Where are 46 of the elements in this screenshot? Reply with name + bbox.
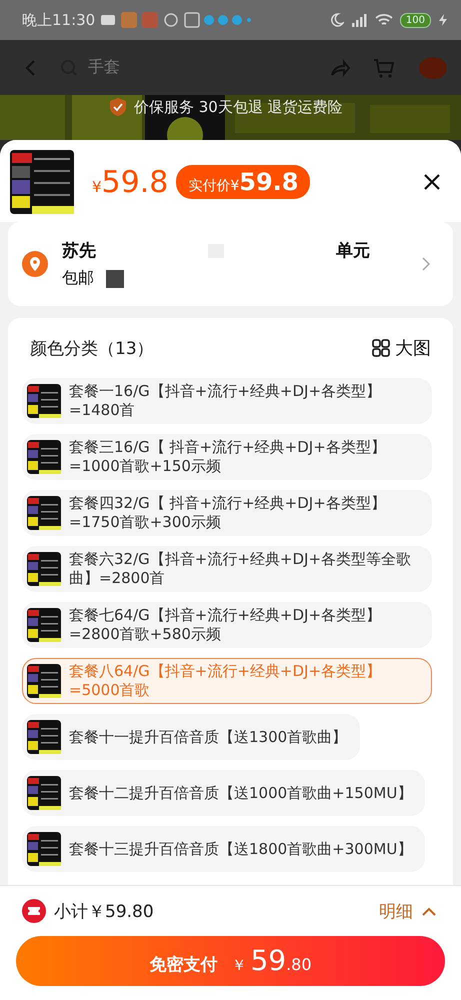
option-label: 套餐七64/G【抖音+流行+经典+DJ+各类型】=2800首歌+580示频: [69, 606, 382, 644]
option-label: 套餐八64/G【抖音+流行+经典+DJ+各类型】=5000首歌: [69, 662, 382, 700]
pay-button[interactable]: 免密支付 ￥59.80: [16, 936, 445, 986]
option-label: 套餐十二提升百倍音质【送1000首歌曲+150MU】: [69, 784, 412, 802]
option-item[interactable]: 套餐十三提升百倍音质【送1800首歌曲+300MU】: [22, 826, 426, 872]
option-item[interactable]: 套餐一16/G【抖音+流行+经典+DJ+各类型】=1480首: [22, 378, 432, 424]
address-detail: 单元: [336, 240, 370, 262]
ticket-icon: [22, 899, 46, 923]
cart-icon[interactable]: [373, 56, 395, 78]
option-label: 套餐四32/G【 抖音+流行+经典+DJ+各类型】=1750首歌+300示频: [69, 494, 387, 532]
charging-icon: [437, 13, 449, 27]
option-item[interactable]: 套餐十一提升百倍音质【送1300首歌曲】: [22, 714, 360, 760]
clock-time: 晚上11:30: [22, 10, 96, 30]
recipient-name: 苏先: [62, 240, 96, 262]
address-card[interactable]: 苏先 单元 包邮: [8, 222, 453, 306]
avatar[interactable]: [419, 56, 447, 78]
option-label: 套餐十三提升百倍音质【送1800首歌曲+300MU】: [69, 840, 412, 858]
large-view-link[interactable]: 大图: [395, 336, 431, 360]
options-title: 颜色分类（13）: [30, 338, 154, 360]
close-icon[interactable]: [423, 173, 441, 191]
service-guarantee-text: 价保服务 30天包退 退货运费险: [134, 98, 343, 116]
option-label: 套餐十一提升百倍音质【送1300首歌曲】: [69, 728, 348, 746]
product-price: ¥59.8: [92, 164, 168, 200]
badge-price: 59.8: [239, 168, 298, 196]
grid-icon[interactable]: [371, 338, 391, 358]
back-icon[interactable]: [24, 58, 38, 76]
battery-level: 100: [400, 12, 431, 28]
option-item[interactable]: 套餐四32/G【 抖音+流行+经典+DJ+各类型】=1750首歌+300示频: [22, 490, 432, 536]
option-label: 套餐六32/G【抖音+流行+经典+DJ+各类型等全歌曲】=2800首: [69, 550, 412, 588]
shield-icon: [108, 97, 128, 117]
option-item[interactable]: 套餐十二提升百倍音质【送1000首歌曲+150MU】: [22, 770, 426, 816]
option-label: 套餐一16/G【抖音+流行+经典+DJ+各类型】=1480首: [69, 382, 382, 420]
option-item[interactable]: 套餐七64/G【抖音+流行+经典+DJ+各类型】=2800首歌+580示频: [22, 602, 432, 648]
shipping-note: 包邮: [62, 268, 94, 289]
details-toggle[interactable]: 明细: [379, 900, 413, 922]
badge-label: 实付价¥: [188, 177, 240, 195]
location-pin-icon: [22, 251, 48, 277]
signal-icon: [350, 12, 368, 28]
chevron-right-icon: [421, 256, 431, 272]
subtotal-text: 小计￥59.80: [54, 900, 154, 922]
redaction-block: [106, 270, 124, 288]
share-icon[interactable]: [329, 58, 351, 78]
caret-up-icon[interactable]: [421, 905, 437, 917]
option-item[interactable]: 套餐六32/G【抖音+流行+经典+DJ+各类型等全歌曲】=2800首: [22, 546, 432, 592]
option-label: 套餐三16/G【 抖音+流行+经典+DJ+各类型】=1000首歌+150示频: [69, 438, 387, 476]
option-item[interactable]: 套餐三16/G【 抖音+流行+经典+DJ+各类型】=1000首歌+150示频: [22, 434, 432, 480]
